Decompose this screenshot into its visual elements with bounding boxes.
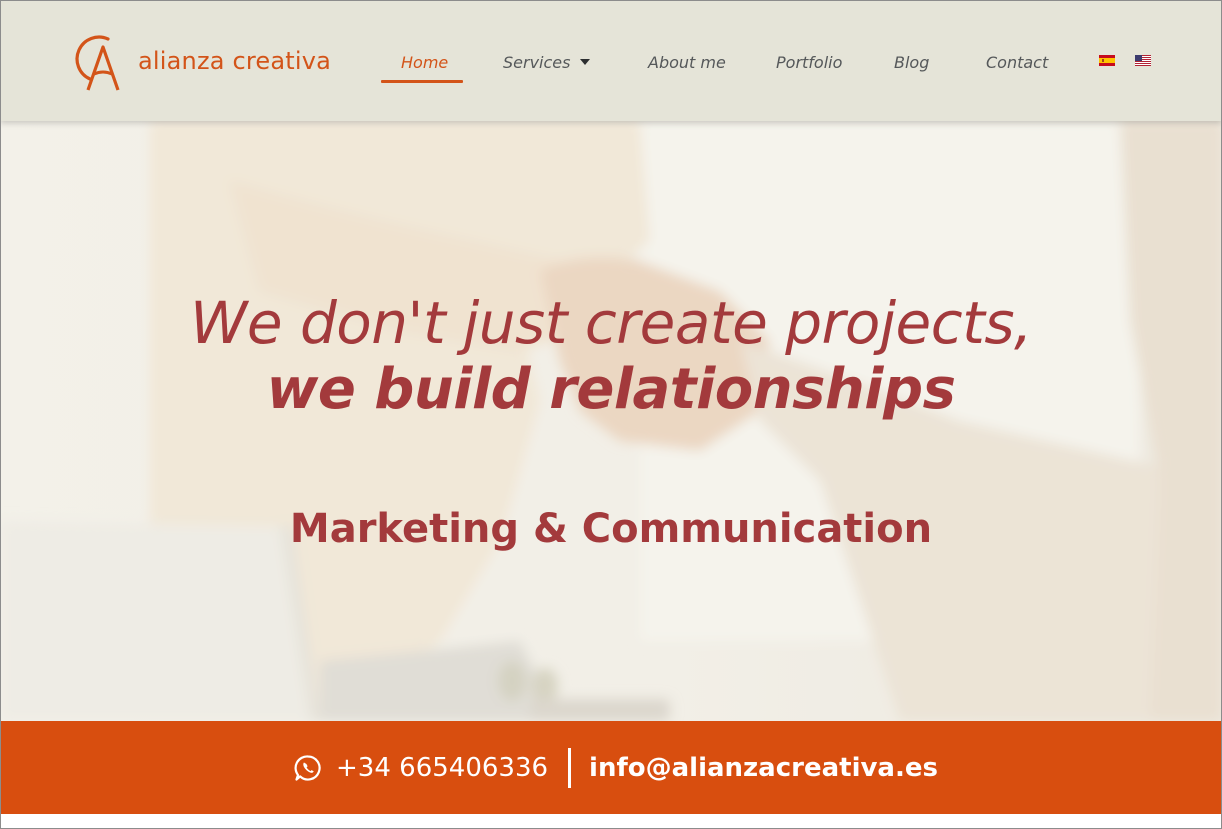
main-navigation: Home Services About me Portfolio Blog Co… — [0, 0, 1222, 121]
email-link[interactable]: info@alianzacreativa.es — [589, 753, 938, 783]
nav-item-about[interactable]: About me — [648, 49, 726, 75]
contact-info: +34 665406336 info@alianzacreativa.es — [294, 747, 938, 788]
caret-down-icon — [580, 59, 591, 65]
contact-bar: +34 665406336 info@alianzacreativa.es — [0, 721, 1222, 814]
nav-item-contact[interactable]: Contact — [986, 49, 1048, 75]
whatsapp-icon[interactable] — [294, 754, 322, 782]
nav-item-services[interactable]: Services — [503, 49, 591, 75]
site-header: alianza creativa Home Services About me … — [0, 0, 1222, 121]
hero-subheadline: Marketing & Communication — [289, 506, 933, 552]
hero-headline-line1: We don't just create projects, — [190, 289, 1032, 357]
phone-number-link[interactable]: +34 665406336 — [336, 753, 548, 783]
active-nav-underline — [381, 80, 463, 83]
us-flag-icon[interactable] — [1135, 55, 1151, 66]
nav-item-services-label: Services — [503, 52, 571, 72]
nav-item-home[interactable]: Home — [401, 49, 448, 75]
nav-item-portfolio[interactable]: Portfolio — [776, 49, 842, 75]
contact-divider — [568, 747, 572, 788]
spain-flag-icon[interactable] — [1099, 55, 1115, 66]
page-bottom-strip — [0, 814, 1222, 829]
nav-item-blog[interactable]: Blog — [894, 49, 929, 75]
hero-headline-line2: we build relationships — [266, 357, 956, 422]
hero-section: We don't just create projects, we build … — [0, 121, 1222, 721]
